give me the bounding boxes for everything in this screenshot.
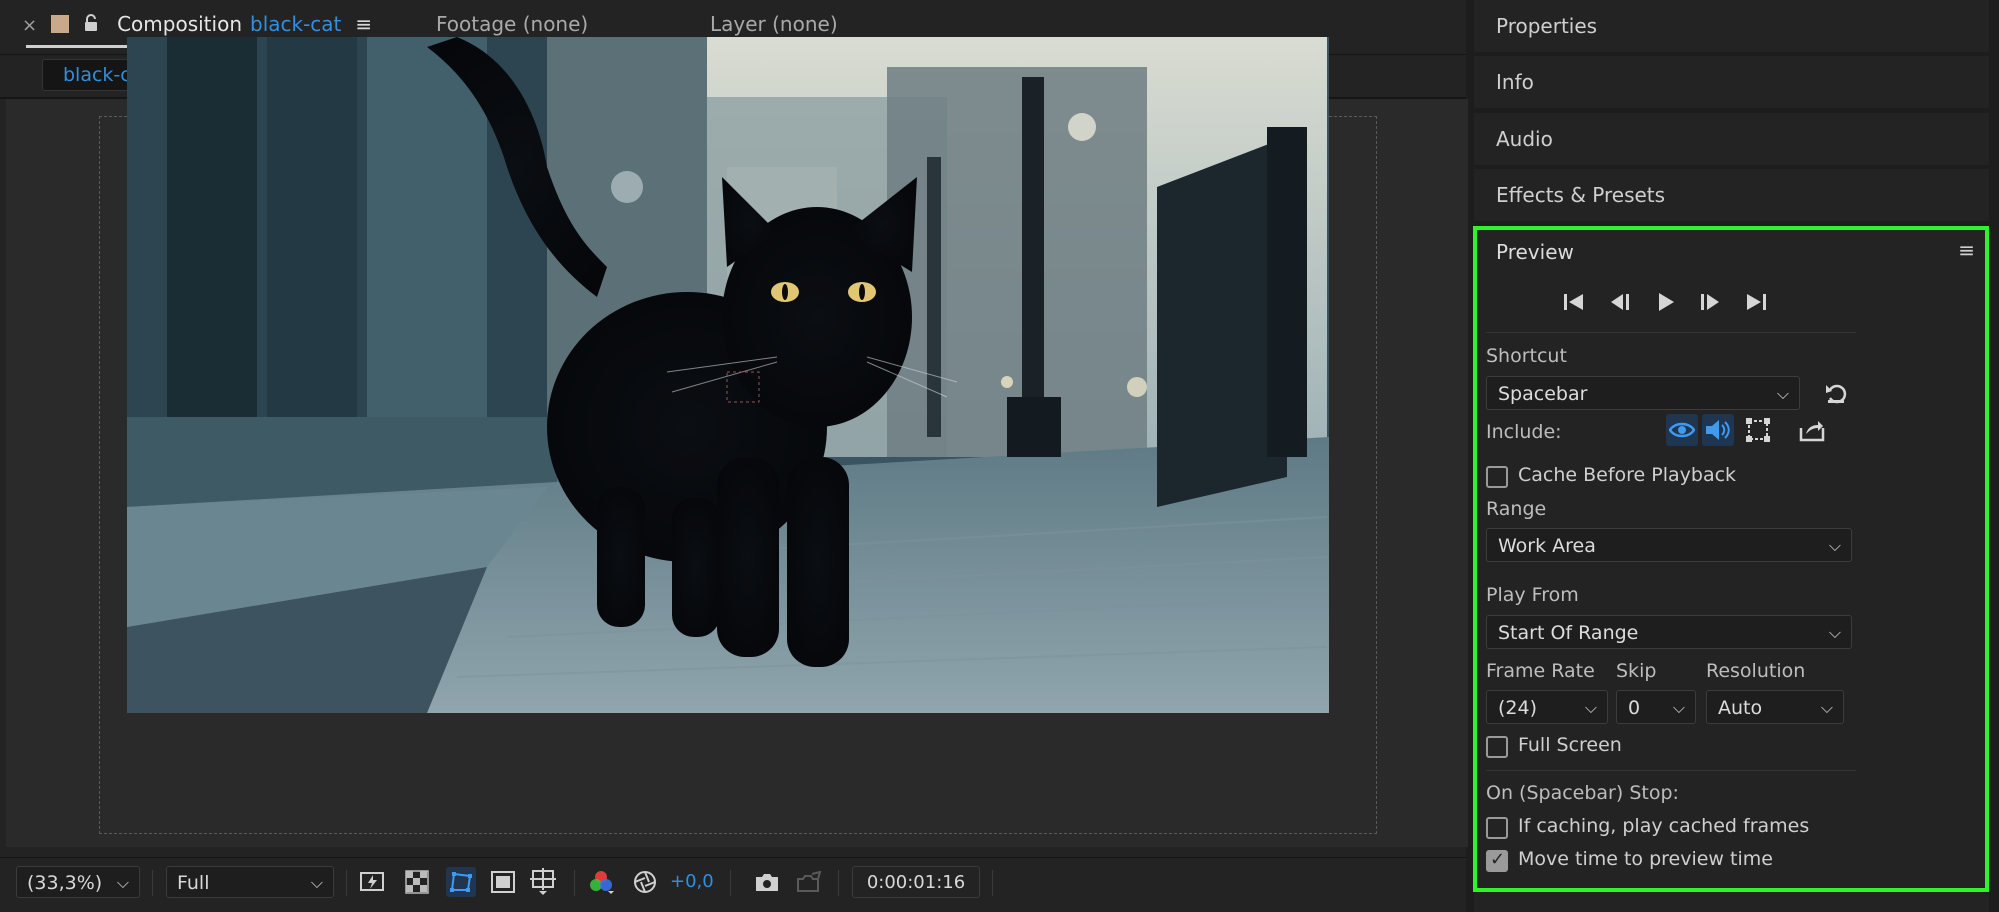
- play-icon[interactable]: [1652, 288, 1680, 316]
- current-time-display[interactable]: 0:00:01:16: [852, 866, 980, 898]
- last-frame-icon[interactable]: [1742, 288, 1770, 316]
- resolution-value: Full: [177, 872, 210, 894]
- shortcut-label: Shortcut: [1486, 345, 1567, 367]
- show-snapshot-icon[interactable]: [794, 867, 824, 897]
- range-value: Work Area: [1498, 535, 1596, 557]
- magnification-dropdown[interactable]: (33,3%) ⌵: [16, 866, 140, 898]
- exposure-value[interactable]: +0,0: [670, 871, 714, 892]
- reset-exposure-icon[interactable]: [630, 867, 660, 897]
- divider: [346, 870, 347, 896]
- move-time-checkbox[interactable]: [1486, 849, 1508, 872]
- range-label: Range: [1486, 498, 1547, 520]
- transparency-grid-icon[interactable]: [402, 867, 432, 897]
- magnification-value: (33,3%): [27, 872, 103, 894]
- properties-panel-tab[interactable]: Properties: [1474, 0, 1989, 52]
- cache-before-playback-label: Cache Before Playback: [1518, 464, 1737, 486]
- mask-path-icon[interactable]: [446, 867, 476, 897]
- footage-tab[interactable]: Footage (none): [436, 12, 588, 36]
- if-caching-label: If caching, play cached frames: [1518, 815, 1810, 837]
- full-screen-label: Full Screen: [1518, 734, 1622, 756]
- chevron-down-icon: ⌵: [1672, 698, 1685, 717]
- composition-tab[interactable]: × Composition black-cat ≡: [22, 12, 372, 37]
- divider: [838, 870, 839, 896]
- channels-icon[interactable]: [586, 867, 616, 897]
- range-dropdown[interactable]: Work Area ⌵: [1486, 528, 1852, 562]
- next-frame-icon[interactable]: [1696, 288, 1724, 316]
- skip-dropdown[interactable]: 0 ⌵: [1616, 690, 1696, 724]
- right-panels: Properties Info Audio Effects & Presets …: [1474, 0, 1999, 912]
- shortcut-value: Spacebar: [1498, 383, 1588, 405]
- composition-tab-title: Composition: [117, 12, 242, 36]
- if-caching-checkbox[interactable]: [1486, 817, 1508, 839]
- move-time-label: Move time to preview time: [1518, 848, 1773, 870]
- divider: [1486, 332, 1856, 333]
- resolution-dropdown[interactable]: Full ⌵: [166, 866, 334, 898]
- chevron-down-icon: ⌵: [1820, 698, 1833, 717]
- chevron-down-icon: ⌵: [1584, 698, 1597, 717]
- include-video-icon[interactable]: [1666, 414, 1698, 446]
- viewer-toolbar: (33,3%) ⌵ Full ⌵ +0,0 0:00:01:16: [0, 857, 1466, 906]
- guides-icon[interactable]: [528, 867, 558, 897]
- play-from-dropdown[interactable]: Start Of Range ⌵: [1486, 615, 1852, 649]
- divider: [152, 870, 153, 896]
- chevron-down-icon: ⌵: [1776, 384, 1789, 403]
- play-from-label: Play From: [1486, 584, 1579, 606]
- panel-menu-icon[interactable]: ≡: [355, 12, 372, 36]
- include-audio-icon[interactable]: [1702, 414, 1734, 446]
- frame-rate-label: Frame Rate: [1486, 660, 1595, 682]
- shortcut-dropdown[interactable]: Spacebar ⌵: [1486, 376, 1800, 410]
- frame-rate-value: (24): [1498, 697, 1538, 719]
- full-screen-checkbox[interactable]: [1486, 736, 1508, 758]
- on-stop-label: On (Spacebar) Stop:: [1486, 782, 1679, 804]
- region-of-interest-icon[interactable]: [488, 867, 518, 897]
- fast-previews-icon[interactable]: [358, 867, 388, 897]
- output-preview-icon[interactable]: [1796, 414, 1828, 446]
- chevron-down-icon: ⌵: [116, 873, 129, 892]
- layer-tab[interactable]: Layer (none): [710, 12, 838, 36]
- frame-rate-dropdown[interactable]: (24) ⌵: [1486, 690, 1608, 724]
- reset-shortcut-icon[interactable]: [1822, 379, 1850, 407]
- snapshot-icon[interactable]: [752, 867, 782, 897]
- chevron-down-icon: ⌵: [310, 873, 323, 892]
- close-tab-icon[interactable]: ×: [22, 15, 37, 36]
- panel-menu-icon[interactable]: ≡: [1958, 238, 1975, 262]
- divider: [574, 870, 575, 896]
- divider: [992, 870, 993, 896]
- composition-color-icon: [51, 15, 70, 33]
- chevron-down-icon: ⌵: [1828, 623, 1841, 642]
- include-label: Include:: [1486, 421, 1562, 443]
- audio-panel-tab[interactable]: Audio: [1474, 113, 1989, 165]
- preview-panel: Preview ≡ Shortcut Spacebar ⌵ Include: C…: [1474, 228, 1989, 912]
- resolution-label: Resolution: [1706, 660, 1806, 682]
- divider: [1486, 770, 1856, 771]
- skip-label: Skip: [1616, 660, 1657, 682]
- preview-panel-title[interactable]: Preview: [1496, 240, 1574, 264]
- composition-name: black-cat: [250, 12, 342, 36]
- info-panel-tab[interactable]: Info: [1474, 56, 1989, 108]
- skip-value: 0: [1628, 697, 1641, 719]
- cache-before-playback-checkbox[interactable]: [1486, 466, 1508, 488]
- first-frame-icon[interactable]: [1560, 288, 1588, 316]
- lock-icon[interactable]: [83, 13, 101, 37]
- divider: [730, 870, 731, 896]
- preview-resolution-value: Auto: [1718, 697, 1763, 719]
- include-overlays-icon[interactable]: [1742, 414, 1774, 446]
- previous-frame-icon[interactable]: [1606, 288, 1634, 316]
- composition-panel: × Composition black-cat ≡ Footage (none) La…: [0, 0, 1468, 912]
- composition-frame-image[interactable]: [127, 37, 1329, 713]
- effects-presets-panel-tab[interactable]: Effects & Presets: [1474, 169, 1989, 221]
- chevron-down-icon: ⌵: [1828, 536, 1841, 555]
- play-from-value: Start Of Range: [1498, 622, 1639, 644]
- preview-resolution-dropdown[interactable]: Auto ⌵: [1706, 690, 1844, 724]
